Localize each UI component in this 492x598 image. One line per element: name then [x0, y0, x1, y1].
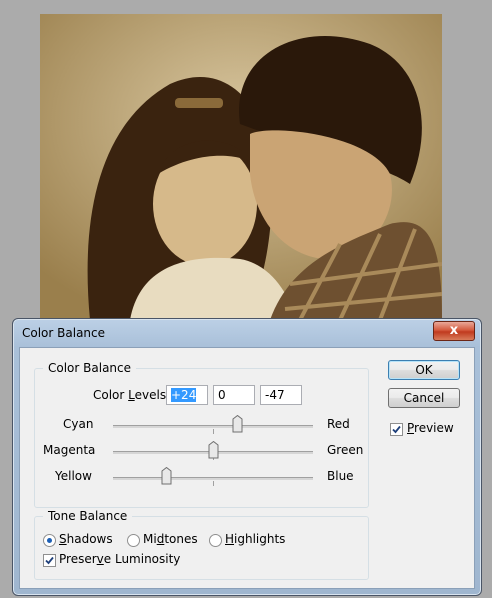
color-levels-label: Color Levels: [93, 388, 171, 402]
cyan-red-slider-track[interactable] [113, 425, 313, 428]
close-icon: x [449, 323, 459, 338]
midtones-label[interactable]: Midtones [143, 532, 198, 546]
preview-label[interactable]: Preview [407, 421, 454, 435]
checkmark-icon [392, 425, 401, 434]
dialog-client-area: Color Balance Color Levels: +24 0 -47 Cy… [19, 347, 475, 589]
highlights-radio[interactable] [209, 534, 222, 547]
cyan-red-slider-thumb[interactable] [232, 415, 243, 433]
photo-canvas [40, 14, 442, 320]
color-balance-dialog: Color Balance x Color Balance Color Leve… [12, 318, 482, 596]
slider-red-label: Red [327, 417, 350, 431]
sepia-couple-photo [40, 14, 442, 320]
yellow-blue-slider-track[interactable] [113, 477, 313, 480]
tone-balance-group-title: Tone Balance [43, 509, 133, 523]
color-level-cyan-red-input[interactable]: +24 [166, 385, 208, 405]
midtones-radio[interactable] [127, 534, 140, 547]
slider-green-label: Green [327, 443, 364, 457]
slider-blue-label: Blue [327, 469, 354, 483]
preserve-luminosity-checkbox[interactable] [43, 554, 56, 567]
yellow-blue-slider-thumb[interactable] [161, 467, 172, 485]
cancel-button[interactable]: Cancel [388, 388, 460, 408]
color-level-yellow-blue-input[interactable]: -47 [260, 385, 302, 405]
shadows-label[interactable]: Shadows [59, 532, 113, 546]
highlights-label[interactable]: Highlights [225, 532, 285, 546]
dialog-titlebar[interactable]: Color Balance x [13, 319, 481, 347]
shadows-radio[interactable] [43, 534, 56, 547]
magenta-green-slider-thumb[interactable] [208, 441, 219, 459]
color-balance-group: Color Balance Color Levels: +24 0 -47 Cy… [34, 361, 369, 508]
slider-center-tick [213, 481, 214, 486]
close-button[interactable]: x [433, 321, 475, 341]
preview-checkbox[interactable] [390, 423, 403, 436]
slider-center-tick [213, 429, 214, 434]
slider-cyan-label: Cyan [63, 417, 94, 431]
color-level-magenta-green-input[interactable]: 0 [213, 385, 255, 405]
dialog-title: Color Balance [22, 326, 106, 340]
tone-balance-group: Tone Balance Shadows Midtones Highlights… [34, 509, 369, 580]
slider-magenta-label: Magenta [43, 443, 96, 457]
color-balance-group-title: Color Balance [43, 361, 137, 375]
preserve-luminosity-label[interactable]: Preserve Luminosity [59, 552, 180, 566]
ok-button[interactable]: OK [388, 360, 460, 380]
checkmark-icon [45, 556, 54, 565]
slider-yellow-label: Yellow [55, 469, 92, 483]
